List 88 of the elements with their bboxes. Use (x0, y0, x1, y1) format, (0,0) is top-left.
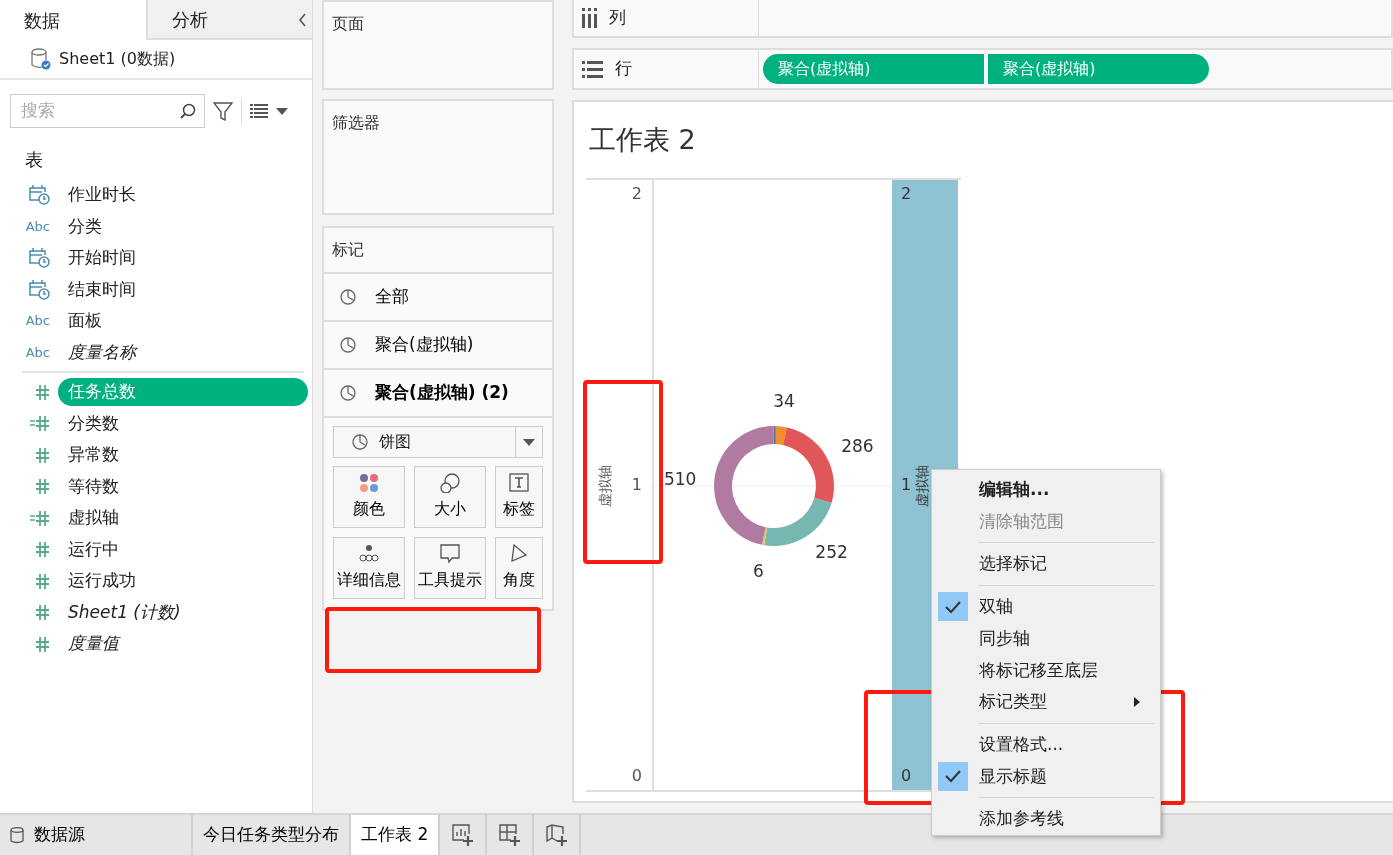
speech-bubble-icon (440, 544, 460, 564)
filter-icon[interactable] (213, 101, 233, 121)
menu-item[interactable]: 选择标记 (932, 548, 1160, 581)
type-icon: Abc (25, 342, 50, 362)
axis-tick-label: 1 (901, 474, 912, 496)
columns-icon (582, 8, 597, 28)
menu-item[interactable]: 将标记移至底层 (932, 654, 1160, 687)
calendar-clock-icon (28, 247, 50, 269)
circles-icon (440, 473, 460, 493)
pie-icon (340, 336, 357, 354)
type-icon: Abc (25, 311, 50, 331)
pie-icon (352, 433, 369, 451)
field-item[interactable]: 虚拟轴 (58, 504, 129, 532)
field-item[interactable]: 面板 (58, 307, 112, 335)
marks-property-button[interactable]: 颜色 (333, 466, 405, 528)
rows-shelf[interactable]: 行 (574, 50, 759, 88)
axis-title: 虚拟轴 (912, 464, 931, 506)
new-dashboard-icon[interactable] (498, 823, 521, 847)
field-item[interactable]: 等待数 (58, 472, 129, 500)
menu-item[interactable]: 编辑轴... (932, 474, 1160, 506)
field-item[interactable]: 度量名称 (58, 338, 146, 366)
axis-tick-label: 0 (631, 765, 642, 787)
data-label: 34 (773, 390, 795, 411)
menu-item[interactable]: 显示标题 (932, 760, 1160, 793)
check-icon (945, 769, 961, 784)
field-item[interactable]: 结束时间 (58, 275, 146, 303)
search-box[interactable]: 搜索 (10, 94, 205, 128)
new-worksheet-icon[interactable] (451, 823, 474, 847)
database-icon (10, 826, 24, 844)
menu-item[interactable]: 标记类型 (932, 686, 1160, 718)
list-view-icon[interactable] (250, 103, 268, 119)
marks-property-button[interactable]: 角度 (495, 537, 543, 599)
submenu-arrow-icon (1134, 696, 1140, 707)
marks-property-button[interactable]: 工具提示 (414, 537, 486, 599)
card-title: 筛选器 (331, 112, 381, 134)
data-source-name[interactable]: Sheet1 (0数据) (59, 47, 176, 71)
field-item[interactable]: 异常数 (58, 441, 129, 469)
menu-item[interactable]: 同步轴 (932, 622, 1160, 655)
rows-icon (582, 60, 603, 78)
database-icon (30, 48, 51, 70)
calendar-clock-icon (28, 278, 50, 300)
data-label: 286 (841, 436, 874, 457)
field-item[interactable]: 运行中 (58, 535, 129, 563)
axis[interactable]: 虚拟轴 2 1 0 (586, 180, 654, 790)
marks-property-button[interactable]: 详细信息 (333, 537, 405, 599)
axis-title: 虚拟轴 (595, 464, 614, 506)
menu-item[interactable]: 添加参考线 (932, 803, 1160, 835)
field-item[interactable]: 分类 (58, 212, 112, 240)
axis-tick-label: 0 (901, 765, 912, 787)
pie-icon (340, 288, 357, 306)
card-title: 页面 (331, 13, 365, 35)
angle-icon (509, 544, 529, 564)
data-label: 6 (753, 560, 764, 581)
marks-property-button[interactable]: 标签 (495, 466, 543, 528)
caret-down-icon[interactable] (276, 107, 288, 115)
marks-property-button[interactable]: 大小 (414, 466, 486, 528)
field-item[interactable]: 开始时间 (58, 244, 146, 272)
axis-tick-label: 2 (901, 183, 912, 205)
field-item[interactable]: 度量值 (58, 630, 129, 658)
sheet-title: 工作表 2 (588, 123, 697, 157)
calculated-hash-icon (30, 414, 50, 433)
axis-tick-label: 1 (631, 474, 642, 496)
type-icon: Abc (25, 216, 50, 236)
field-item[interactable]: 作业时长 (58, 181, 146, 209)
axis-tick-label: 2 (631, 183, 642, 205)
mark-type-dropdown[interactable]: 饼图 (333, 426, 543, 458)
pane-tab[interactable]: 分析 (146, 0, 293, 40)
color-dots-icon (359, 473, 379, 493)
field-item[interactable]: 运行成功 (58, 567, 146, 595)
menu-item[interactable]: 设置格式... (932, 728, 1160, 761)
data-label: 510 (663, 468, 697, 489)
field-item[interactable]: Sheet1 (计数) (58, 598, 191, 626)
menu-item[interactable]: 双轴 (932, 591, 1160, 623)
data-label: 252 (815, 542, 848, 563)
calendar-clock-icon (28, 184, 50, 206)
card-title: 标记 (331, 239, 365, 261)
collapse-button[interactable] (292, 0, 312, 40)
pie-icon (340, 384, 357, 402)
calculated-hash-icon (30, 508, 50, 527)
caret-down-icon (523, 438, 535, 446)
dots-icon (359, 544, 379, 564)
section-title: 表 (24, 148, 44, 172)
text-box-icon (509, 473, 529, 493)
new-story-icon[interactable] (545, 823, 568, 847)
field-item[interactable]: 分类数 (58, 409, 129, 437)
check-icon (945, 599, 961, 614)
sheet-tab[interactable]: 工作表 2 (351, 815, 441, 855)
search-icon (179, 102, 196, 120)
